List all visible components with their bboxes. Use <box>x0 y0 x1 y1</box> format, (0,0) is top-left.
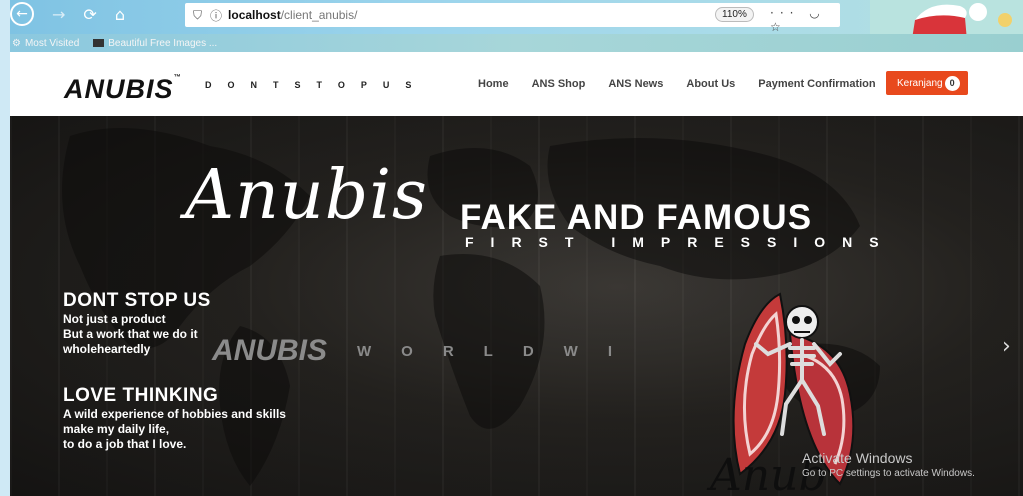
folder-icon <box>93 39 105 47</box>
cart-label: Keranjang <box>897 77 943 89</box>
watermark-subtitle: Go to PC settings to activate Windows. <box>802 468 975 479</box>
shield-icon: ⛉ <box>193 7 203 22</box>
worldwide-brand: ANUBIS <box>212 334 328 367</box>
hero-script-title: Anubis <box>185 156 428 235</box>
slogan-line: wholeheartedly <box>63 342 151 356</box>
slogan-line: But a work that we do it <box>63 327 198 341</box>
menu-item-ans-news[interactable]: ANS News <box>608 78 663 90</box>
hero-subheadline: FIRST IMPRESSIONS <box>465 234 896 250</box>
windows-activation-watermark: Activate Windows Go to PC settings to ac… <box>802 450 975 479</box>
star-icon[interactable]: ☆ <box>770 20 787 34</box>
reload-button[interactable]: ⟳ <box>83 5 96 24</box>
hero-banner: Anubis FAKE AND FAMOUS FIRST IMPRESSIONS… <box>10 116 1023 496</box>
menu-item-ans-shop[interactable]: ANS Shop <box>532 78 586 90</box>
home-button[interactable]: ⌂ <box>115 5 125 24</box>
menu-item-payment-confirmation[interactable]: Payment Confirmation <box>758 78 875 90</box>
zoom-indicator[interactable]: 110% <box>715 7 754 22</box>
slogan-block-dont-stop-us: DONT STOP US Not just a product But a wo… <box>63 290 211 357</box>
site-header: ANUBIS™ DONTSTOPUS Home ANS Shop ANS New… <box>10 52 1023 116</box>
site-logo[interactable]: ANUBIS™ <box>64 74 182 105</box>
arrow-left-icon: ← <box>16 6 28 22</box>
main-menu: Home ANS Shop ANS News About Us Payment … <box>478 78 876 90</box>
pocket-icon[interactable]: ◡ <box>809 6 825 20</box>
watermark-title: Activate Windows <box>802 450 913 466</box>
cart-button[interactable]: Keranjang 0 <box>886 71 968 95</box>
forward-button[interactable]: → <box>52 5 65 24</box>
info-icon[interactable]: ⓘ <box>210 7 222 24</box>
anubis-worldwide-logo: ANUBIS WORLDWI <box>212 334 642 368</box>
slogan-line: make my daily life, <box>63 422 170 436</box>
site-tagline: DONTSTOPUS <box>205 80 428 90</box>
menu-item-home[interactable]: Home <box>478 78 509 90</box>
hero-headline: FAKE AND FAMOUS <box>460 198 813 237</box>
bookmark-label: Beautiful Free Images ... <box>108 37 218 49</box>
back-button[interactable]: ← <box>10 2 34 26</box>
bookmarks-bar: ⚙ Most Visited Beautiful Free Images ... <box>10 34 1023 52</box>
bookmark-most-visited[interactable]: ⚙ Most Visited <box>12 38 79 49</box>
chevron-right-icon[interactable]: › <box>1002 334 1011 359</box>
slogan-line: Not just a product <box>63 312 166 326</box>
more-icon[interactable]: ··· <box>770 6 799 20</box>
menu-item-about-us[interactable]: About Us <box>686 78 735 90</box>
cart-count-badge: 0 <box>944 75 960 91</box>
slogan-block-love-thinking: LOVE THINKING A wild experience of hobbi… <box>63 385 286 452</box>
page-actions[interactable]: ··· ◡ ☆ <box>770 6 840 34</box>
worldwide-text: WORLDWI <box>357 342 642 360</box>
slogan-line: A wild experience of hobbies and skills <box>63 407 286 421</box>
browser-toolbar: ← → ⟳ ⌂ ⛉ ⓘ localhost/client_anubis/ 110… <box>10 0 1023 52</box>
bookmark-label: Most Visited <box>24 37 80 49</box>
slogan-heading: DONT STOP US <box>63 290 211 311</box>
gear-icon: ⚙ <box>12 37 21 49</box>
browser-nav-buttons: ← → ⟳ ⌂ <box>10 2 125 26</box>
slogan-line: to do a job that I love. <box>63 437 187 451</box>
url-bar[interactable]: ⛉ ⓘ localhost/client_anubis/ 110% ··· ◡ … <box>185 3 840 34</box>
bookmark-beautiful-free-images[interactable]: Beautiful Free Images ... <box>93 38 217 49</box>
url-text[interactable]: localhost/client_anubis/ <box>228 8 357 22</box>
slogan-heading: LOVE THINKING <box>63 385 219 406</box>
browser-window: ← → ⟳ ⌂ ⛉ ⓘ localhost/client_anubis/ 110… <box>10 0 1023 496</box>
